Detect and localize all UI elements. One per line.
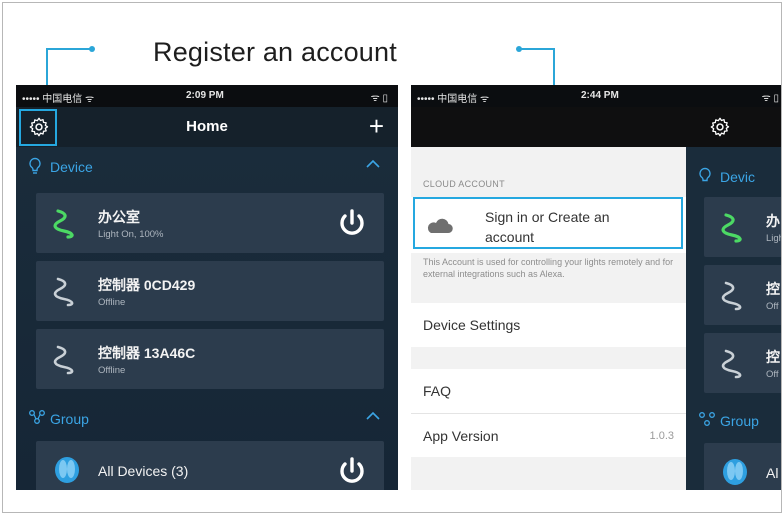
nav-bar bbox=[411, 107, 781, 147]
home-screen-peek: Devic 办 Ligh 控 Off 控 Off bbox=[686, 147, 781, 490]
callout-line-left-h bbox=[46, 48, 91, 50]
status-carrier: ••••• 中国电信 ᯤ bbox=[22, 94, 95, 105]
device-status: Ligh bbox=[766, 233, 781, 244]
nav-bar: Home + bbox=[16, 107, 398, 147]
light-strip-icon bbox=[53, 209, 74, 239]
lightbulb-icon bbox=[29, 157, 41, 174]
phone-home-screen: ••••• 中国电信 ᯤ 2:09 PM ᯤ ▯ Home + Device 办… bbox=[16, 85, 398, 490]
app-version-value: 1.0.3 bbox=[649, 430, 674, 442]
device-name: 办 bbox=[766, 213, 780, 229]
device-status: Offline bbox=[98, 297, 126, 308]
figure-frame: Register an account ••••• 中国电信 ᯤ 2:09 PM… bbox=[2, 2, 782, 513]
faq-label: FAQ bbox=[423, 383, 452, 399]
cloud-account-header: CLOUD ACCOUNT bbox=[423, 179, 505, 189]
device-name: 控制器 13A46C bbox=[98, 345, 196, 361]
app-version-label: App Version bbox=[423, 428, 499, 444]
device-card[interactable]: 办公室 Light On, 100% bbox=[36, 193, 384, 253]
section-group-label: Group bbox=[50, 411, 89, 427]
power-icon[interactable] bbox=[334, 453, 370, 489]
section-group: Group bbox=[686, 405, 781, 437]
bulb-group-icon bbox=[55, 457, 79, 483]
lightbulb-icon bbox=[699, 167, 711, 182]
device-card: 控 Off bbox=[704, 333, 781, 393]
device-name: 控 bbox=[766, 281, 780, 297]
sign-in-highlight bbox=[413, 197, 683, 249]
light-strip-icon bbox=[721, 213, 742, 243]
light-strip-icon bbox=[721, 349, 742, 379]
light-strip-icon bbox=[53, 345, 74, 375]
status-carrier: ••••• 中国电信 ᯤ bbox=[417, 94, 490, 105]
device-card: 控 Off bbox=[704, 265, 781, 325]
device-settings-row[interactable]: Device Settings bbox=[411, 303, 686, 347]
status-bar: ••••• 中国电信 ᯤ 2:09 PM ᯤ ▯ bbox=[16, 85, 398, 107]
section-device-label: Devic bbox=[720, 169, 756, 185]
light-strip-icon bbox=[53, 277, 74, 307]
group-icon bbox=[699, 412, 715, 426]
chevron-up-icon[interactable] bbox=[366, 157, 380, 171]
gear-highlight bbox=[19, 109, 57, 146]
group-card: Al bbox=[704, 443, 781, 490]
gear-icon[interactable] bbox=[709, 116, 731, 138]
device-name: 控制器 0CD429 bbox=[98, 277, 196, 293]
group-card[interactable]: All Devices (3) bbox=[36, 441, 384, 490]
device-status: Off bbox=[766, 301, 779, 312]
device-status: Offline bbox=[98, 365, 126, 376]
section-device-label: Device bbox=[50, 159, 93, 175]
device-settings-label: Device Settings bbox=[423, 317, 521, 333]
section-group-label: Group bbox=[720, 413, 759, 429]
status-time: 2:09 PM bbox=[186, 90, 224, 101]
add-button[interactable]: + bbox=[369, 111, 384, 142]
device-name: 控 bbox=[766, 349, 780, 365]
section-device: Devic bbox=[686, 161, 781, 193]
figure-caption: Register an account bbox=[153, 37, 397, 67]
device-card: 办 Ligh bbox=[704, 197, 781, 257]
section-group[interactable]: Group bbox=[16, 403, 398, 435]
device-status: Off bbox=[766, 369, 779, 380]
status-battery: ᯤ ▯ bbox=[761, 93, 779, 104]
group-name: All Devices (3) bbox=[98, 463, 189, 479]
group-name: Al bbox=[766, 465, 779, 481]
device-status: Light On, 100% bbox=[98, 229, 164, 240]
group-icon bbox=[29, 410, 45, 424]
chevron-up-icon[interactable] bbox=[366, 409, 380, 423]
bulb-group-icon bbox=[723, 459, 747, 485]
section-device[interactable]: Device bbox=[16, 151, 398, 183]
light-strip-icon bbox=[721, 281, 742, 311]
callout-line-right-h bbox=[519, 48, 555, 50]
app-version-row: App Version 1.0.3 bbox=[411, 413, 686, 457]
status-time: 2:44 PM bbox=[581, 90, 619, 101]
phone-menu-screen: ••••• 中国电信 ᯤ 2:44 PM ᯤ ▯ CLOUD ACCOUNT S… bbox=[411, 85, 781, 490]
faq-row[interactable]: FAQ bbox=[411, 369, 686, 413]
power-icon[interactable] bbox=[334, 205, 370, 241]
page-title: Home bbox=[186, 118, 228, 135]
status-battery: ᯤ ▯ bbox=[370, 93, 388, 104]
device-name: 办公室 bbox=[98, 209, 140, 225]
status-bar: ••••• 中国电信 ᯤ 2:44 PM ᯤ ▯ bbox=[411, 85, 781, 107]
device-card[interactable]: 控制器 0CD429 Offline bbox=[36, 261, 384, 321]
device-card[interactable]: 控制器 13A46C Offline bbox=[36, 329, 384, 389]
cloud-account-description: This Account is used for controlling you… bbox=[423, 257, 674, 279]
